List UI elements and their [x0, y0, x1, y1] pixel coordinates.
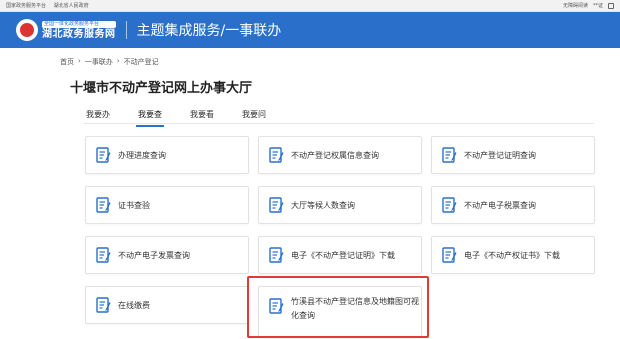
- tab-query[interactable]: 我要查: [136, 109, 164, 127]
- logo-name: 湖北政务服务网: [42, 28, 116, 40]
- tab-bar: 我要办 我要查 我要看 我要问: [84, 109, 268, 127]
- service-card-label: 不动产登记证明查询: [464, 150, 536, 160]
- topbar-left: 国家政务服务平台 湖北省人民政府: [6, 2, 95, 9]
- service-card[interactable]: 大厅等候人数查询: [258, 186, 422, 224]
- topbar-link-national-platform[interactable]: 国家政务服务平台: [6, 3, 46, 9]
- header-title: 主题集成服务/一事联办: [136, 23, 282, 39]
- breadcrumb-one-thing[interactable]: 一事联办: [85, 57, 113, 67]
- service-card[interactable]: 电子《不动产权证书》下载: [431, 236, 595, 274]
- document-edit-icon: [269, 196, 285, 214]
- breadcrumb: 首页 › 一事联办 › 不动产登记: [60, 57, 159, 67]
- document-edit-icon: [442, 196, 458, 214]
- document-edit-icon: [442, 246, 458, 264]
- page-title: 十堰市不动产登记网上办事大厅: [70, 81, 253, 96]
- document-edit-icon: [96, 246, 112, 264]
- service-card[interactable]: 证书查验: [85, 186, 249, 224]
- service-card-label: 在线缴费: [118, 300, 150, 310]
- document-edit-icon: [269, 146, 285, 164]
- emblem-icon: [16, 19, 38, 41]
- breadcrumb-separator-icon: ›: [116, 57, 120, 65]
- lock-icon[interactable]: [608, 2, 614, 9]
- logo-tagline: 全国一体化政务服务平台: [42, 20, 116, 28]
- topbar-link-accessibility[interactable]: 无障碍阅读: [563, 2, 588, 9]
- topbar-link-user[interactable]: **证: [593, 2, 603, 9]
- service-card[interactable]: 不动产电子税票查询: [431, 186, 595, 224]
- topbar-right: 无障碍阅读 **证: [563, 2, 614, 9]
- service-card[interactable]: 不动产电子发票查询: [85, 236, 249, 274]
- top-utility-bar: 国家政务服务平台 湖北省人民政府 无障碍阅读 **证: [0, 0, 620, 12]
- highlight-box: [247, 276, 429, 338]
- service-card[interactable]: 电子《不动产登记证明》下载: [258, 236, 422, 274]
- service-card-label: 不动产登记权属信息查询: [291, 150, 379, 160]
- service-card[interactable]: 在线缴费: [85, 286, 249, 324]
- service-card-label: 不动产电子税票查询: [464, 200, 536, 210]
- tab-divider: [84, 123, 594, 124]
- service-card-label: 电子《不动产登记证明》下载: [291, 250, 395, 260]
- document-edit-icon: [442, 146, 458, 164]
- service-card-label: 不动产电子发票查询: [118, 250, 190, 260]
- service-card[interactable]: 办理进度查询: [85, 136, 249, 174]
- breadcrumb-home[interactable]: 首页: [60, 57, 74, 67]
- topbar-link-hubei-government[interactable]: 湖北省人民政府: [54, 3, 89, 9]
- breadcrumb-separator-icon: ›: [78, 57, 81, 65]
- document-edit-icon: [96, 146, 112, 164]
- document-edit-icon: [269, 246, 285, 264]
- service-card[interactable]: 不动产登记权属信息查询: [258, 136, 422, 174]
- service-card-label: 办理进度查询: [118, 150, 166, 160]
- document-edit-icon: [96, 296, 112, 314]
- tab-ask[interactable]: 我要问: [240, 109, 268, 127]
- document-edit-icon: [96, 196, 112, 214]
- site-header: 全国一体化政务服务平台 湖北政务服务网 主题集成服务/一事联办: [0, 12, 620, 48]
- service-card-label: 证书查验: [118, 200, 150, 210]
- service-card-label: 电子《不动产权证书》下载: [464, 250, 560, 260]
- header-right-edge: [606, 12, 620, 48]
- tab-view[interactable]: 我要看: [188, 109, 216, 127]
- header-divider: [125, 21, 127, 39]
- service-card[interactable]: 不动产登记证明查询: [431, 136, 595, 174]
- tab-handle[interactable]: 我要办: [84, 109, 112, 127]
- service-card-label: 大厅等候人数查询: [291, 200, 355, 210]
- breadcrumb-current: 不动产登记: [123, 58, 159, 66]
- site-logo[interactable]: 全国一体化政务服务平台 湖北政务服务网: [16, 19, 116, 41]
